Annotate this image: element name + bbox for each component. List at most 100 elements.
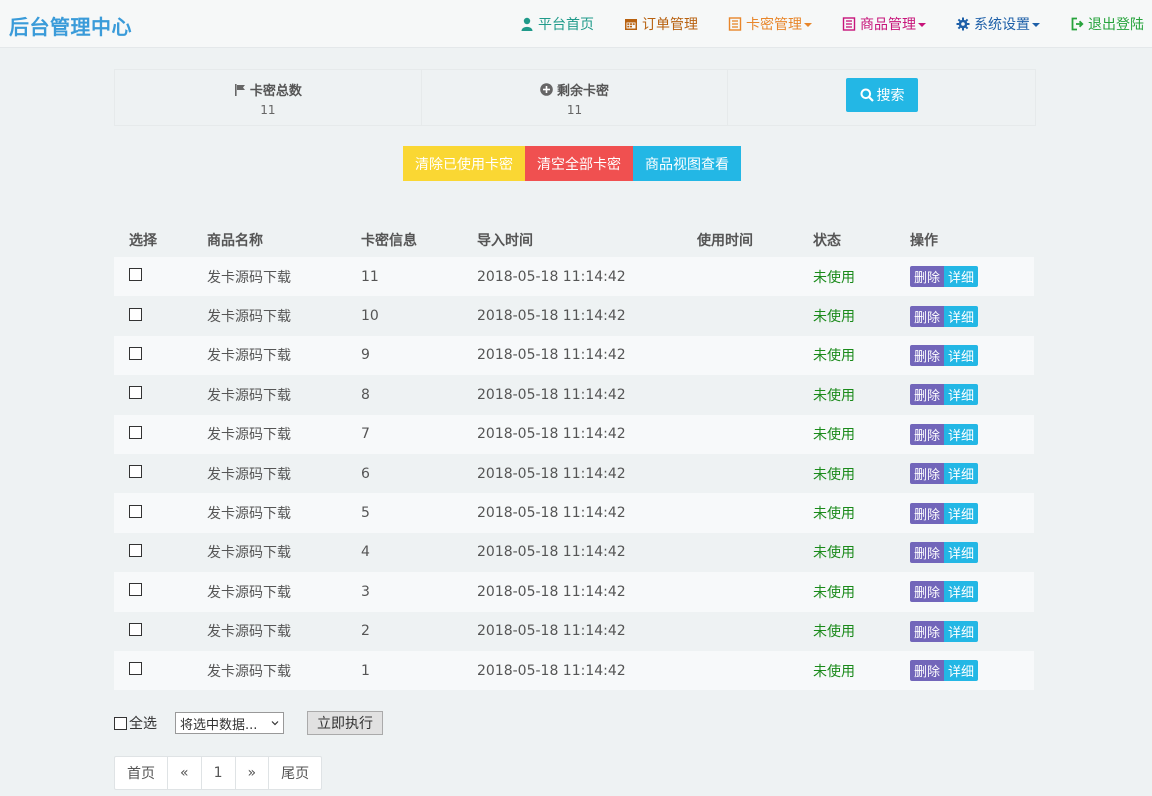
- table-row: 发卡源码下载 6 2018-05-18 11:14:42 未使用 删除 详细: [114, 453, 1034, 494]
- product-name: 发卡源码下载: [207, 309, 291, 326]
- search-icon: [860, 88, 874, 102]
- plus-circle-icon: [540, 83, 553, 96]
- delete-button[interactable]: 删除: [910, 463, 945, 485]
- status-text: 未使用: [813, 624, 855, 641]
- list-icon: [842, 17, 856, 31]
- table-row: 发卡源码下载 7 2018-05-18 11:14:42 未使用 删除 详细: [114, 414, 1034, 454]
- nav-item-label: 系统设置: [974, 17, 1030, 33]
- detail-button[interactable]: 详细: [944, 305, 979, 327]
- top-navbar: 后台管理中心 平台首页 订单管理 卡密管理 商品管理 系统设置 退出登陆: [0, 0, 1152, 48]
- stat-remaining-label: 剩余卡密: [557, 84, 610, 99]
- delete-button[interactable]: 删除: [910, 660, 945, 682]
- detail-button[interactable]: 详细: [944, 423, 979, 445]
- detail-button[interactable]: 详细: [944, 344, 979, 366]
- delete-button[interactable]: 删除: [910, 541, 945, 563]
- clear-all-cards-button[interactable]: 清空全部卡密: [525, 146, 633, 181]
- row-checkbox[interactable]: [129, 425, 142, 439]
- row-checkbox[interactable]: [129, 662, 142, 676]
- execute-button[interactable]: 立即执行: [307, 711, 383, 735]
- import-time: 2018-05-18 11:14:42: [477, 583, 626, 600]
- flag-icon: [234, 83, 245, 96]
- search-button[interactable]: 搜索: [846, 78, 918, 112]
- prev-page-button[interactable]: «: [168, 757, 202, 789]
- delete-button[interactable]: 删除: [910, 423, 945, 445]
- brand-title[interactable]: 后台管理中心: [9, 11, 132, 40]
- row-checkbox[interactable]: [129, 583, 142, 597]
- nav-item-label: 平台首页: [538, 17, 594, 33]
- pagination: 首页 «1» 尾页: [114, 756, 323, 790]
- product-name: 发卡源码下载: [207, 427, 291, 444]
- status-text: 未使用: [813, 466, 855, 483]
- delete-button[interactable]: 删除: [910, 581, 945, 603]
- nav-item-4[interactable]: 系统设置: [956, 14, 1040, 34]
- product-name: 发卡源码下载: [207, 545, 291, 562]
- nav-item-1[interactable]: 订单管理: [624, 14, 698, 34]
- status-text: 未使用: [813, 309, 855, 326]
- page-1-button[interactable]: 1: [202, 757, 236, 789]
- detail-button[interactable]: 详细: [944, 502, 979, 524]
- card-info: 4: [361, 544, 370, 561]
- table-row: 发卡源码下载 11 2018-05-18 11:14:42 未使用 删除 详细: [114, 257, 1034, 297]
- row-checkbox[interactable]: [129, 543, 142, 557]
- card-info: 3: [361, 583, 370, 600]
- status-text: 未使用: [813, 269, 855, 286]
- product-view-button[interactable]: 商品视图查看: [633, 146, 741, 181]
- bulk-action-select[interactable]: 将选中数据...: [175, 712, 284, 734]
- card-info: 8: [361, 386, 370, 403]
- delete-button[interactable]: 删除: [910, 305, 945, 327]
- row-checkbox[interactable]: [129, 504, 142, 518]
- detail-button[interactable]: 详细: [944, 660, 979, 682]
- status-text: 未使用: [813, 348, 855, 365]
- caret-down-icon: [804, 23, 812, 27]
- column-header: 使用时间: [697, 232, 753, 249]
- next-page-button[interactable]: »: [236, 757, 270, 789]
- detail-button[interactable]: 详细: [944, 266, 979, 288]
- delete-button[interactable]: 删除: [910, 266, 945, 288]
- detail-button[interactable]: 详细: [944, 541, 979, 563]
- row-checkbox[interactable]: [129, 346, 142, 360]
- nav-item-0[interactable]: 平台首页: [520, 14, 594, 34]
- delete-button[interactable]: 删除: [910, 384, 945, 406]
- nav-item-2[interactable]: 卡密管理: [728, 14, 812, 34]
- product-name: 发卡源码下载: [207, 624, 291, 641]
- card-info: 1: [361, 662, 370, 679]
- select-all-label: 全选: [129, 716, 157, 732]
- card-info: 7: [361, 426, 370, 443]
- table-row: 发卡源码下载 3 2018-05-18 11:14:42 未使用 删除 详细: [114, 572, 1034, 612]
- detail-button[interactable]: 详细: [944, 463, 979, 485]
- status-text: 未使用: [813, 387, 855, 404]
- action-buttons: 清除已使用卡密 清空全部卡密 商品视图查看: [403, 146, 741, 181]
- column-header: 商品名称: [207, 232, 263, 249]
- logout-icon: [1070, 17, 1084, 31]
- caret-down-icon: [1032, 23, 1040, 27]
- delete-button[interactable]: 删除: [910, 620, 945, 642]
- row-checkbox[interactable]: [129, 268, 142, 282]
- card-info: 10: [361, 308, 379, 325]
- first-page-button[interactable]: 首页: [115, 757, 168, 789]
- card-info: 6: [361, 465, 370, 482]
- nav-item-label: 退出登陆: [1088, 17, 1144, 33]
- row-checkbox[interactable]: [129, 307, 142, 321]
- status-text: 未使用: [813, 545, 855, 562]
- nav-item-5[interactable]: 退出登陆: [1070, 14, 1144, 34]
- table-header: 选择 商品名称 卡密信息 导入时间 使用时间 状态 操作: [114, 222, 1034, 257]
- row-checkbox[interactable]: [129, 386, 142, 400]
- row-checkbox[interactable]: [129, 622, 142, 636]
- select-all-checkbox[interactable]: [114, 716, 127, 730]
- delete-button[interactable]: 删除: [910, 502, 945, 524]
- last-page-button[interactable]: 尾页: [269, 757, 321, 789]
- nav-item-3[interactable]: 商品管理: [842, 14, 926, 34]
- detail-button[interactable]: 详细: [944, 581, 979, 603]
- detail-button[interactable]: 详细: [944, 620, 979, 642]
- status-text: 未使用: [813, 427, 855, 444]
- table-row: 发卡源码下载 4 2018-05-18 11:14:42 未使用 删除 详细: [114, 532, 1034, 573]
- card-info: 9: [361, 347, 370, 364]
- row-checkbox[interactable]: [129, 465, 142, 479]
- delete-button[interactable]: 删除: [910, 344, 945, 366]
- detail-button[interactable]: 详细: [944, 384, 979, 406]
- card-info: 11: [361, 268, 379, 285]
- clear-used-cards-button[interactable]: 清除已使用卡密: [403, 146, 525, 181]
- table-row: 发卡源码下载 1 2018-05-18 11:14:42 未使用 删除 详细: [114, 650, 1034, 691]
- import-time: 2018-05-18 11:14:42: [477, 268, 626, 285]
- stat-total-label: 卡密总数: [249, 84, 302, 99]
